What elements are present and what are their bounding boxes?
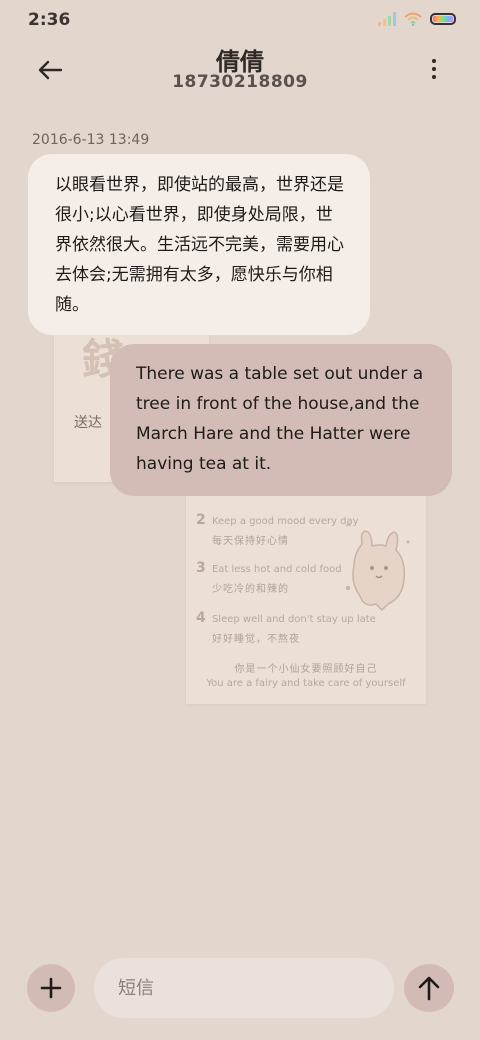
more-options-button[interactable] [422, 54, 446, 84]
tip-item-cn: 每天保持好心情 [212, 536, 289, 547]
plus-icon [40, 977, 62, 999]
arrow-up-icon [418, 976, 440, 1001]
tip-item-cn: 少吃冷的和辣的 [212, 584, 289, 595]
wifi-icon [404, 12, 422, 26]
card-label: 送达 [74, 415, 102, 431]
received-message-bubble[interactable]: 以眼看世界，即使站的最高，世界还是很小;以心看世界，即使身处局限，世界依然很大。… [28, 154, 370, 335]
sent-message-bubble[interactable]: There was a table set out under a tree i… [110, 344, 452, 496]
battery-level [433, 16, 453, 22]
status-icons [378, 12, 456, 26]
more-vertical-icon [432, 59, 436, 63]
compose-bar [0, 956, 480, 1020]
status-bar: 2:36 [0, 0, 480, 40]
message-input[interactable] [94, 958, 394, 1018]
status-time: 2:36 [28, 10, 71, 30]
tip-item: 2 Keep a good mood every day [196, 512, 359, 528]
background-image-poster: 2 Keep a good mood every day 每天保持好心情 3 E… [186, 488, 426, 704]
message-timestamp: 2016-6-13 13:49 [32, 132, 150, 148]
signal-icon [378, 12, 396, 26]
tip-item: 3 Eat less hot and cold food [196, 560, 342, 576]
bunny-illustration-icon [346, 524, 410, 612]
messaging-screen: 2:36 倩倩 18730218809 2016-6-13 13:49 錢 送达… [0, 0, 480, 1040]
poster-footer-en: You are a fairy and take care of yoursel… [206, 678, 406, 689]
send-button[interactable] [404, 964, 454, 1012]
tip-item-cn: 好好睡觉，不熬夜 [212, 634, 300, 645]
contact-number: 18730218809 [172, 72, 308, 92]
poster-footer-cn: 你是一个小仙女要照顾好自己 [234, 664, 378, 675]
add-attachment-button[interactable] [27, 964, 75, 1012]
battery-icon [430, 13, 456, 25]
conversation-header: 倩倩 18730218809 [0, 40, 480, 104]
